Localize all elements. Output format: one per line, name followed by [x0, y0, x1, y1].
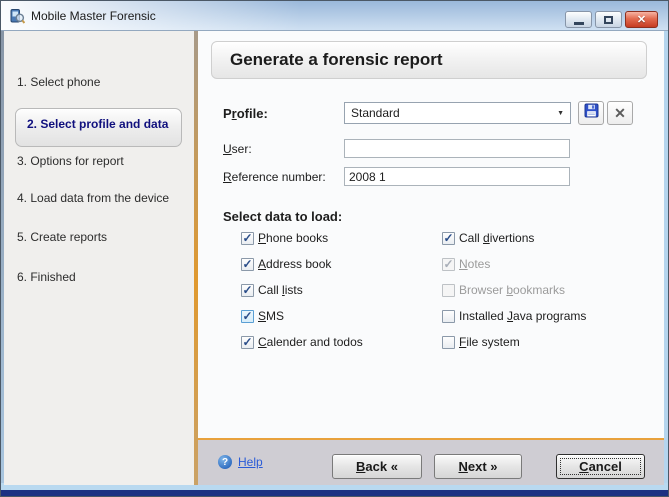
back-button[interactable]: Back «: [332, 454, 422, 479]
footer-bar: ? Help Back « Next » Cancel: [198, 438, 664, 485]
checkbox-box: ✓: [241, 336, 254, 349]
maximize-button[interactable]: [595, 11, 622, 28]
window-title: Mobile Master Forensic: [31, 9, 156, 23]
user-input[interactable]: [344, 139, 570, 158]
data-options-column-left: ✓Phone books ✓Address book ✓Call lists ✓…: [241, 231, 363, 361]
checkbox-box: ✓: [442, 258, 455, 271]
window-controls: ✕: [565, 11, 658, 28]
check-icon: ✓: [242, 311, 252, 321]
user-label: User:: [223, 142, 252, 156]
sidebar-step-select-profile-data[interactable]: 2. Select profile and data: [27, 117, 168, 131]
cancel-button[interactable]: Cancel: [556, 454, 645, 479]
profile-label: Profile:: [223, 106, 268, 121]
checkbox-calender-and-todos[interactable]: ✓Calender and todos: [241, 335, 363, 349]
profile-selected-value: Standard: [351, 106, 400, 120]
check-icon: ✓: [443, 259, 453, 269]
help-link-label: Help: [238, 455, 263, 469]
checkbox-call-lists[interactable]: ✓Call lists: [241, 283, 363, 297]
close-icon: ✕: [637, 13, 646, 26]
x-mark-icon: ✕: [614, 105, 626, 122]
checkbox-box: ✓: [241, 232, 254, 245]
next-button[interactable]: Next »: [434, 454, 522, 479]
question-mark-circle-icon: ?: [218, 455, 232, 469]
wizard-sidebar: 1. Select phone 2. Select profile and da…: [4, 31, 194, 485]
floppy-disk-icon: [584, 103, 599, 123]
select-data-heading: Select data to load:: [223, 209, 342, 224]
checkbox-file-system[interactable]: ✓File system: [442, 335, 586, 349]
sidebar-step-load-data[interactable]: 4. Load data from the device: [17, 191, 169, 205]
check-icon: ✓: [443, 233, 453, 243]
checkbox-box: ✓: [241, 284, 254, 297]
page-title: Generate a forensic report: [230, 50, 443, 70]
main-panel: Generate a forensic report Profile: Stan…: [198, 31, 664, 438]
sidebar-step-create-reports[interactable]: 5. Create reports: [17, 230, 107, 244]
sidebar-step-finished[interactable]: 6. Finished: [17, 270, 76, 284]
checkbox-box: ✓: [442, 310, 455, 323]
delete-profile-button[interactable]: ✕: [607, 101, 633, 125]
close-button[interactable]: ✕: [625, 11, 658, 28]
data-options-column-right: ✓Call divertions ✓Notes ✓Browser bookmar…: [442, 231, 586, 361]
checkbox-browser-bookmarks: ✓Browser bookmarks: [442, 283, 586, 297]
checkbox-address-book[interactable]: ✓Address book: [241, 257, 363, 271]
reference-number-input[interactable]: [344, 167, 570, 186]
checkbox-notes: ✓Notes: [442, 257, 586, 271]
check-icon: ✓: [242, 233, 252, 243]
checkbox-box: ✓: [442, 232, 455, 245]
phone-magnifier-icon: [9, 8, 25, 24]
checkbox-box: ✓: [442, 284, 455, 297]
titlebar: Mobile Master Forensic ✕: [1, 1, 668, 31]
check-icon: ✓: [242, 285, 252, 295]
window-frame-bottom-edge: [1, 490, 668, 496]
help-link[interactable]: ? Help: [218, 455, 263, 469]
check-icon: ✓: [242, 259, 252, 269]
sidebar-step-select-phone[interactable]: 1. Select phone: [17, 75, 100, 89]
checkbox-box: ✓: [241, 258, 254, 271]
checkbox-box: ✓: [442, 336, 455, 349]
checkbox-sms[interactable]: ✓SMS: [241, 309, 363, 323]
checkbox-box: ✓: [241, 310, 254, 323]
checkbox-phone-books[interactable]: ✓Phone books: [241, 231, 363, 245]
minimize-icon: [574, 22, 584, 25]
check-icon: ✓: [242, 337, 252, 347]
profile-select[interactable]: Standard ▼: [344, 102, 571, 124]
minimize-button[interactable]: [565, 11, 592, 28]
checkbox-call-divertions[interactable]: ✓Call divertions: [442, 231, 586, 245]
page-header: Generate a forensic report: [211, 41, 647, 79]
checkbox-installed-java-programs[interactable]: ✓Installed Java programs: [442, 309, 586, 323]
save-profile-button[interactable]: [578, 101, 604, 125]
app-window: Mobile Master Forensic ✕ 1. Select phone…: [0, 0, 669, 497]
reference-number-label: Reference number:: [223, 170, 326, 184]
sidebar-step-options-for-report[interactable]: 3. Options for report: [17, 154, 124, 168]
maximize-icon: [604, 16, 613, 24]
chevron-down-icon: ▼: [557, 110, 564, 117]
